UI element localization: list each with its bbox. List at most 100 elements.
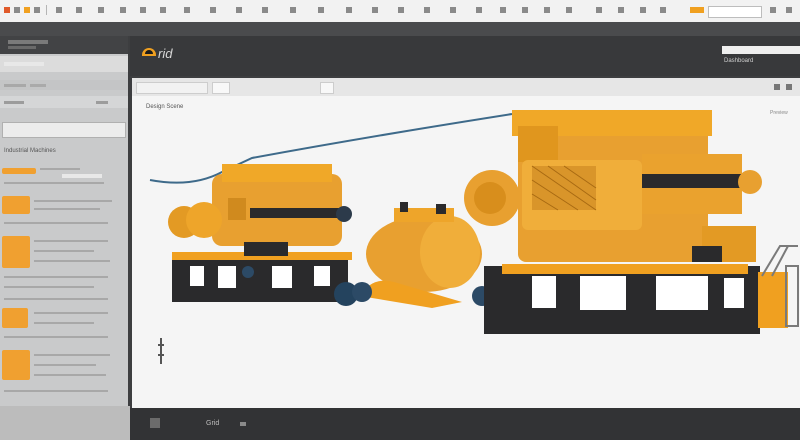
ruler-icon[interactable]: [156, 336, 166, 366]
list-item-line: [4, 336, 108, 338]
machine-base-trim: [502, 264, 748, 274]
sidebar-header: [0, 36, 128, 54]
machine-mount: [692, 246, 722, 262]
list-item-line: [4, 390, 108, 392]
settings-icon[interactable]: [786, 84, 792, 90]
toolbar-icon[interactable]: [424, 7, 430, 13]
toolbar-icon[interactable]: [184, 7, 190, 13]
sidebar-row-line: [4, 84, 26, 87]
app-menu-icon[interactable]: [4, 7, 10, 13]
machine-base-window: [272, 266, 292, 288]
toolbar-icon[interactable]: [290, 7, 296, 13]
list-item-line: [4, 298, 108, 300]
toolbar-icon[interactable]: [160, 7, 166, 13]
toolbar-icon[interactable]: [236, 7, 242, 13]
header-search-input[interactable]: [722, 46, 800, 54]
sidebar-filter-bar: [4, 62, 44, 66]
toolbar-icon[interactable]: [544, 7, 550, 13]
list-item-line: [34, 354, 110, 356]
tank-valve: [400, 202, 408, 212]
list-item-line: [34, 250, 94, 252]
list-item-line: [62, 174, 102, 178]
window-band: [0, 22, 800, 36]
list-item-thumbnail[interactable]: [2, 350, 30, 380]
highlight-tool-icon[interactable]: [690, 7, 704, 13]
sidebar-header-line: [8, 40, 48, 44]
machine-base-window: [218, 266, 236, 288]
toolbar-icon[interactable]: [660, 7, 666, 13]
toolbar-icon[interactable]: [372, 7, 378, 13]
toolbar-icon[interactable]: [98, 7, 104, 13]
sidebar-tab[interactable]: [96, 101, 108, 104]
machine-band: [250, 208, 342, 218]
toolbar-icon[interactable]: [618, 7, 624, 13]
toolbar-icon[interactable]: [596, 7, 602, 13]
list-item-line: [34, 322, 94, 324]
list-item-thumbnail[interactable]: [2, 236, 30, 268]
machine-bearing: [336, 206, 352, 222]
machine-mount: [244, 242, 288, 256]
toolbar-icon[interactable]: [398, 7, 404, 13]
content-search-input[interactable]: [136, 82, 208, 94]
toolbar-icon[interactable]: [500, 7, 506, 13]
toolbar-field[interactable]: [708, 6, 762, 18]
toolbar-icon[interactable]: [640, 7, 646, 13]
toolbar-icon[interactable]: [140, 7, 146, 13]
machine-base-window: [314, 266, 330, 286]
app-header: [130, 36, 800, 76]
toolbar-icon[interactable]: [770, 7, 776, 13]
status-icon[interactable]: [150, 418, 160, 428]
machine-base-window: [580, 276, 626, 310]
sidebar-search-input[interactable]: [2, 122, 126, 138]
tank-end: [420, 216, 480, 288]
list-item-line: [34, 208, 100, 210]
toolbar-icon[interactable]: [522, 7, 528, 13]
sidebar-footer: [0, 406, 130, 440]
list-item-line: [4, 276, 108, 278]
toolbar-icon[interactable]: [318, 7, 324, 13]
toolbar-icon[interactable]: [34, 7, 40, 13]
toolbar-icon[interactable]: [346, 7, 352, 13]
machine-base-window: [724, 278, 744, 308]
list-item-thumbnail[interactable]: [2, 168, 36, 174]
toolbar-icon[interactable]: [76, 7, 82, 13]
machine-base-window: [656, 276, 708, 310]
machine-control-box: [758, 272, 788, 328]
machine-base-window: [532, 276, 556, 308]
list-item-line: [4, 286, 94, 288]
toolbar-icon[interactable]: [56, 7, 62, 13]
sidebar-tab[interactable]: [4, 101, 24, 104]
list-item-line: [34, 374, 106, 376]
toolbar-icon[interactable]: [210, 7, 216, 13]
machine-flywheel-hub: [474, 182, 506, 214]
machine-flywheel: [186, 202, 222, 238]
toolbar-icon[interactable]: [786, 7, 792, 13]
list-item-line: [34, 200, 112, 202]
layers-icon[interactable]: [774, 84, 780, 90]
tank-motor: [352, 282, 372, 302]
toolbar-divider: [46, 5, 47, 15]
machine-render: [149, 110, 799, 334]
content-toolbar-button[interactable]: [212, 82, 230, 94]
list-item-line: [34, 364, 96, 366]
toolbar-icon[interactable]: [450, 7, 456, 13]
toolbar-icon[interactable]: [120, 7, 126, 13]
toolbar-icon[interactable]: [24, 7, 30, 13]
toolbar-icon[interactable]: [566, 7, 572, 13]
sidebar-row-line: [30, 84, 46, 87]
list-item-thumbnail[interactable]: [2, 308, 28, 328]
list-item-thumbnail[interactable]: [2, 196, 30, 214]
sidebar-section-title: Industrial Machines: [4, 148, 56, 154]
status-indicator-icon: [240, 422, 246, 426]
content-toolbar-button[interactable]: [320, 82, 334, 94]
machine-railing: [761, 245, 798, 277]
toolbar-icon[interactable]: [262, 7, 268, 13]
header-user-label[interactable]: Dashboard: [724, 58, 794, 68]
toolbar-icon[interactable]: [476, 7, 482, 13]
tank-valve: [436, 204, 446, 214]
list-item-line: [4, 182, 104, 184]
toolbar-icon[interactable]: [14, 7, 20, 13]
machine-band: [642, 174, 746, 188]
machine-base-window: [190, 266, 204, 286]
machine-motor: [242, 266, 254, 278]
